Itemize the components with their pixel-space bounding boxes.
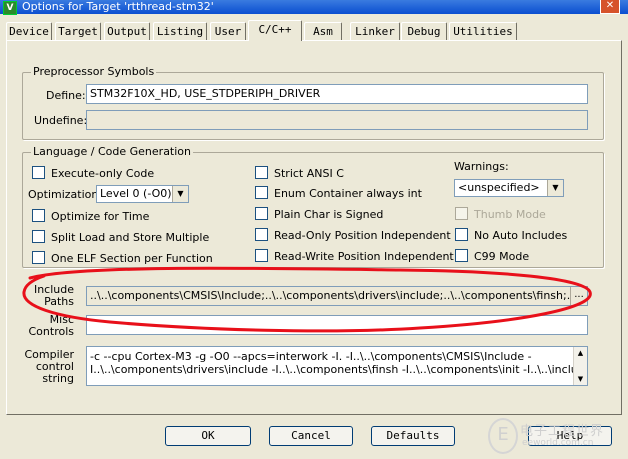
code-generation-legend: Language / Code Generation <box>31 145 194 158</box>
tab-debug[interactable]: Debug <box>401 22 447 40</box>
misc-controls-label: Misc Controls <box>28 313 75 338</box>
strict-ansi-checkbox[interactable]: Strict ANSI C <box>255 166 344 180</box>
one-elf-label: One ELF Section per Function <box>51 252 213 265</box>
compiler-control-string-textarea[interactable]: -c --cpu Cortex-M3 -g -O0 --apcs=interwo… <box>86 346 588 386</box>
optimize-time-label: Optimize for Time <box>51 210 150 223</box>
split-load-label: Split Load and Store Multiple <box>51 231 210 244</box>
scroll-down-icon[interactable]: ▼ <box>574 373 587 385</box>
warnings-label: Warnings: <box>454 160 509 173</box>
eeworld-watermark: E 电子工程世界 eeworld.com.cn <box>488 418 618 454</box>
ok-button[interactable]: OK <box>165 426 251 446</box>
scroll-up-icon[interactable]: ▲ <box>574 347 587 359</box>
enum-container-checkbox[interactable]: Enum Container always int <box>255 186 422 200</box>
one-elf-checkbox[interactable]: One ELF Section per Function <box>32 251 213 265</box>
compiler-string-line-2: I..\..\components\drivers\include -I..\.… <box>90 363 588 376</box>
split-load-checkbox[interactable]: Split Load and Store Multiple <box>32 230 209 244</box>
include-paths-browse-button[interactable]: ... <box>570 287 587 305</box>
define-label: Define: <box>46 89 86 102</box>
optimization-value: Level 0 (-O0) <box>100 187 172 200</box>
enum-container-label: Enum Container always int <box>274 187 422 200</box>
ro-position-independent-checkbox[interactable]: Read-Only Position Independent <box>255 228 451 242</box>
no-auto-includes-checkbox[interactable]: No Auto Includes <box>455 228 567 242</box>
preprocessor-legend: Preprocessor Symbols <box>31 65 157 78</box>
cancel-button[interactable]: Cancel <box>269 426 353 446</box>
watermark-cn-text: 电子工程世界 <box>520 424 605 439</box>
warnings-value: <unspecified> <box>458 181 540 194</box>
include-paths-label: Include Paths <box>33 283 74 308</box>
watermark-en-text: eeworld.com.cn <box>522 438 594 448</box>
tab-target[interactable]: Target <box>55 22 101 40</box>
plain-char-label: Plain Char is Signed <box>274 208 384 221</box>
tab-user[interactable]: User <box>210 22 246 40</box>
tab-output[interactable]: Output <box>104 22 150 40</box>
include-paths-value: ..\..\components\CMSIS\Include;..\..\com… <box>90 289 588 302</box>
chevron-down-icon: ▼ <box>172 186 188 202</box>
close-button[interactable]: ✕ <box>600 0 620 14</box>
window-title: Options for Target 'rtthread-stm32' <box>22 0 214 13</box>
undefine-input[interactable] <box>86 110 588 130</box>
undefine-label: Undefine: <box>34 114 88 127</box>
vertical-scrollbar[interactable]: ▲ ▼ <box>573 347 587 385</box>
ro-position-independent-label: Read-Only Position Independent <box>274 229 451 242</box>
strict-ansi-label: Strict ANSI C <box>274 167 344 180</box>
define-input[interactable]: STM32F10X_HD, USE_STDPERIPH_DRIVER <box>86 84 588 104</box>
c99-mode-label: C99 Mode <box>474 250 530 263</box>
warnings-select[interactable]: <unspecified> ▼ <box>454 179 564 197</box>
keil-app-icon: V <box>3 1 17 15</box>
title-bar[interactable]: V Options for Target 'rtthread-stm32' ✕ <box>0 0 628 15</box>
defaults-button[interactable]: Defaults <box>371 426 455 446</box>
misc-controls-input[interactable] <box>86 315 588 335</box>
c99-mode-checkbox[interactable]: C99 Mode <box>455 249 529 263</box>
include-paths-input[interactable]: ..\..\components\CMSIS\Include;..\..\com… <box>86 286 588 306</box>
thumb-mode-checkbox[interactable]: Thumb Mode <box>455 207 546 221</box>
optimize-time-checkbox[interactable]: Optimize for Time <box>32 209 149 223</box>
execute-only-label: Execute-only Code <box>51 167 155 180</box>
tab-linker[interactable]: Linker <box>350 22 400 40</box>
optimization-select[interactable]: Level 0 (-O0) ▼ <box>96 185 189 203</box>
tab-asm[interactable]: Asm <box>304 22 342 40</box>
execute-only-checkbox[interactable]: Execute-only Code <box>32 166 154 180</box>
rw-position-independent-checkbox[interactable]: Read-Write Position Independent <box>255 249 454 263</box>
tab-device[interactable]: Device <box>6 22 52 40</box>
tab-listing[interactable]: Listing <box>153 22 207 40</box>
optimization-label: Optimization: <box>28 188 103 201</box>
no-auto-includes-label: No Auto Includes <box>474 229 568 242</box>
tab-c-cpp[interactable]: C/C++ <box>248 20 302 41</box>
chevron-down-icon: ▼ <box>547 180 563 196</box>
plain-char-checkbox[interactable]: Plain Char is Signed <box>255 207 383 221</box>
tab-utilities[interactable]: Utilities <box>449 22 517 40</box>
eeworld-logo: E <box>488 418 518 454</box>
compiler-string-line-1: -c --cpu Cortex-M3 -g -O0 --apcs=interwo… <box>90 350 532 363</box>
compiler-control-string-label: Compiler control string <box>24 348 74 385</box>
thumb-mode-label: Thumb Mode <box>474 208 546 221</box>
rw-position-independent-label: Read-Write Position Independent <box>274 250 454 263</box>
